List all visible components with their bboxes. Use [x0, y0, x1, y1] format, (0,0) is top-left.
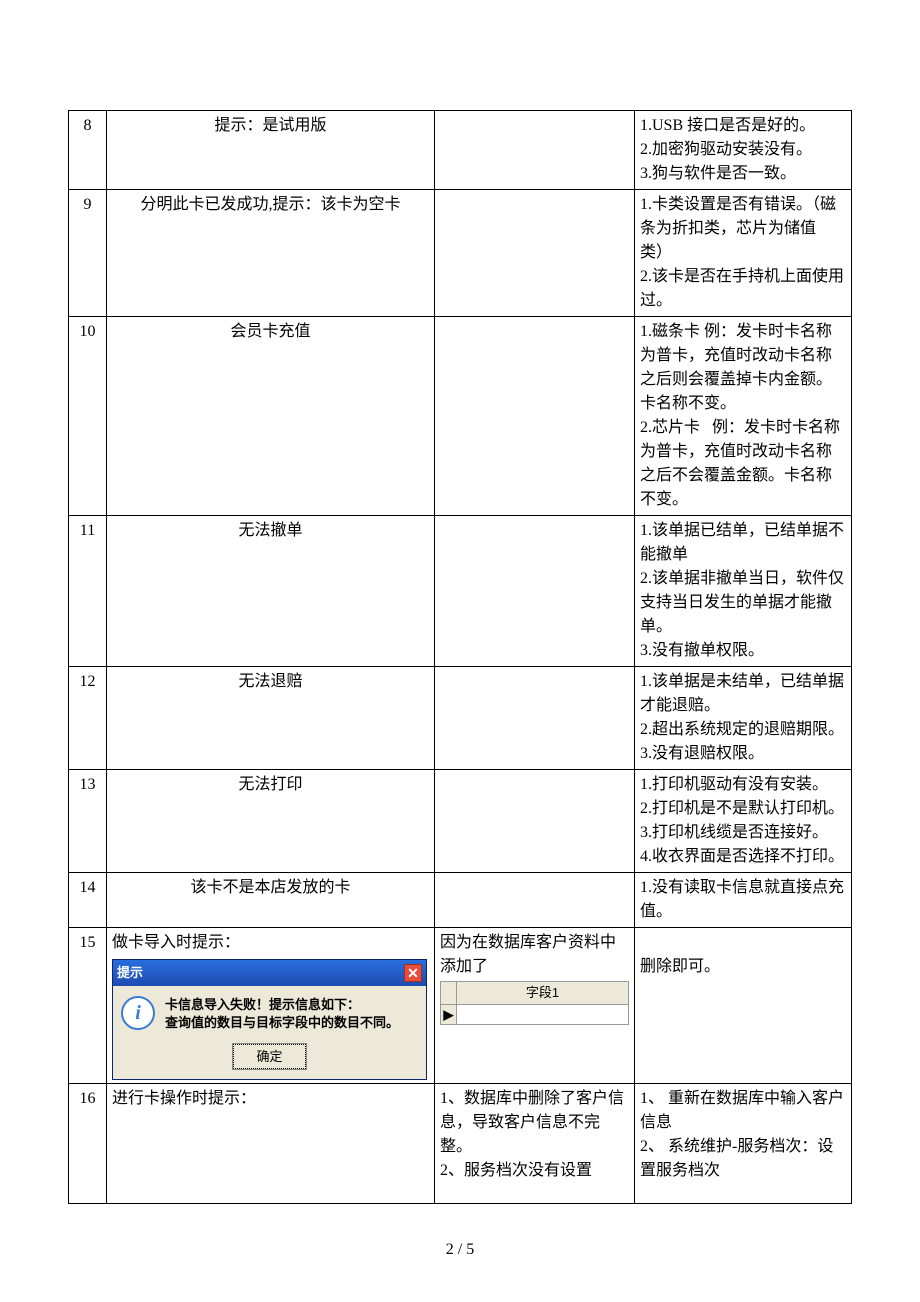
question-cell: 进行卡操作时提示：: [107, 1084, 435, 1204]
cause-cell: [435, 770, 635, 873]
table-row: 9 分明此卡已发成功,提示：该卡为空卡 1.卡类设置是否有错误。（磁条为折扣类，…: [69, 190, 852, 317]
db-header-spacer: [441, 982, 457, 1004]
db-column-header: 字段1: [457, 982, 628, 1004]
dialog-titlebar: 提示 ✕: [113, 960, 426, 986]
db-grid: 字段1 ▶: [440, 981, 629, 1025]
cause-cell: [435, 190, 635, 317]
answer-cell: 1.该单据已结单，已结单据不能撤单 2.该单据非撤单当日，软件仅支持当日发生的单…: [635, 516, 852, 667]
prompt-dialog: 提示 ✕ i 卡信息导入失败！提示信息如下： 查询值的数目与目标字段中的数目不同…: [112, 959, 427, 1080]
row-number: 15: [69, 928, 107, 1084]
question-cell: 无法撤单: [107, 516, 435, 667]
table-row: 15 做卡导入时提示： 提示 ✕ i 卡信: [69, 928, 852, 1084]
question-cell: 分明此卡已发成功,提示：该卡为空卡: [107, 190, 435, 317]
row-number: 11: [69, 516, 107, 667]
info-icon: i: [121, 996, 155, 1030]
answer-cell: 1.打印机驱动有没有安装。 2.打印机是不是默认打印机。 3.打印机线缆是否连接…: [635, 770, 852, 873]
row-number: 10: [69, 317, 107, 516]
answer-cell: 1.该单据是未结单，已结单据才能退赔。 2.超出系统规定的退赔期限。 3.没有退…: [635, 667, 852, 770]
row-number: 14: [69, 873, 107, 928]
dialog-message: 卡信息导入失败！提示信息如下： 查询值的数目与目标字段中的数目不同。: [165, 996, 399, 1032]
row-number: 13: [69, 770, 107, 873]
answer-cell: 1.没有读取卡信息就直接点充值。: [635, 873, 852, 928]
close-icon[interactable]: ✕: [404, 964, 422, 982]
row-number: 9: [69, 190, 107, 317]
row15-intro-text: 做卡导入时提示：: [112, 931, 429, 955]
question-cell: 无法打印: [107, 770, 435, 873]
db-grid-header: 字段1: [440, 981, 629, 1005]
table-row: 14 该卡不是本店发放的卡 1.没有读取卡信息就直接点充值。: [69, 873, 852, 928]
table-row: 11 无法撤单 1.该单据已结单，已结单据不能撤单 2.该单据非撤单当日，软件仅…: [69, 516, 852, 667]
answer-cell: 1、 重新在数据库中输入客户信息 2、 系统维护-服务档次：设置服务档次: [635, 1084, 852, 1204]
db-empty-cell: [457, 1005, 628, 1025]
answer-cell: 1.磁条卡 例：发卡时卡名称为普卡，充值时改动卡名称之后则会覆盖掉卡内金额。卡名…: [635, 317, 852, 516]
row-number: 8: [69, 111, 107, 190]
cause-cell: [435, 516, 635, 667]
cause-cell: [435, 317, 635, 516]
page-number: 2 / 5: [0, 1238, 920, 1262]
db-grid-row: ▶: [440, 1005, 629, 1026]
cause-cell: [435, 873, 635, 928]
dialog-title-text: 提示: [117, 963, 143, 983]
table-row: 16 进行卡操作时提示： 1、数据库中删除了客户信息，导致客户信息不完整。 2、…: [69, 1084, 852, 1204]
table-row: 8 提示：是试用版 1.USB 接口是否是好的。 2.加密狗驱动安装没有。 3.…: [69, 111, 852, 190]
answer-cell: 1.USB 接口是否是好的。 2.加密狗驱动安装没有。 3.狗与软件是否一致。: [635, 111, 852, 190]
dialog-button-row: 确定: [113, 1040, 426, 1080]
table-row: 12 无法退赔 1.该单据是未结单，已结单据才能退赔。 2.超出系统规定的退赔期…: [69, 667, 852, 770]
row-number: 12: [69, 667, 107, 770]
cause-cell: 1、数据库中删除了客户信息，导致客户信息不完整。 2、服务档次没有设置: [435, 1084, 635, 1204]
table-row: 13 无法打印 1.打印机驱动有没有安装。 2.打印机是不是默认打印机。 3.打…: [69, 770, 852, 873]
document-page: 8 提示：是试用版 1.USB 接口是否是好的。 2.加密狗驱动安装没有。 3.…: [0, 0, 920, 1302]
ok-button[interactable]: 确定: [233, 1044, 305, 1070]
question-cell: 会员卡充值: [107, 317, 435, 516]
question-cell: 提示：是试用版: [107, 111, 435, 190]
table-row: 10 会员卡充值 1.磁条卡 例：发卡时卡名称为普卡，充值时改动卡名称之后则会覆…: [69, 317, 852, 516]
row-marker-icon: ▶: [441, 1005, 457, 1025]
answer-cell: 1.卡类设置是否有错误。（磁条为折扣类，芯片为储值类） 2.该卡是否在手持机上面…: [635, 190, 852, 317]
dialog-body: i 卡信息导入失败！提示信息如下： 查询值的数目与目标字段中的数目不同。: [113, 986, 426, 1040]
answer-cell: 删除即可。: [635, 928, 852, 1084]
faq-table: 8 提示：是试用版 1.USB 接口是否是好的。 2.加密狗驱动安装没有。 3.…: [68, 110, 852, 1204]
cause-cell: [435, 667, 635, 770]
question-cell: 该卡不是本店发放的卡: [107, 873, 435, 928]
row-number: 16: [69, 1084, 107, 1204]
question-cell: 做卡导入时提示： 提示 ✕ i 卡信息导入失败！提示信息如下：: [107, 928, 435, 1084]
row15-cause-text: 因为在数据库客户资料中添加了: [440, 931, 629, 979]
question-cell: 无法退赔: [107, 667, 435, 770]
cause-cell: [435, 111, 635, 190]
cause-cell: 因为在数据库客户资料中添加了 字段1 ▶: [435, 928, 635, 1084]
